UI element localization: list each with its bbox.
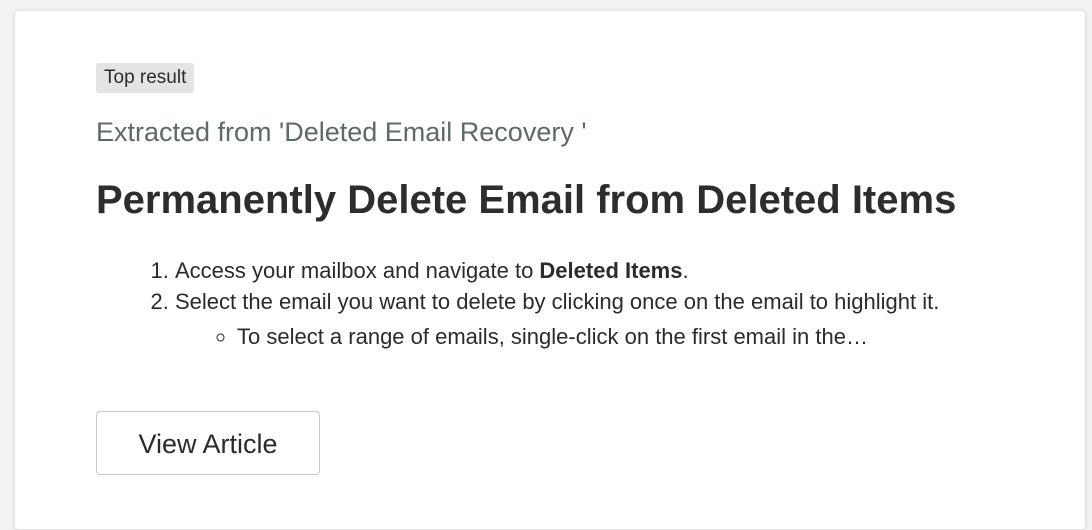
step-text: Access your mailbox and navigate to (175, 258, 540, 283)
step-item: Select the email you want to delete by c… (175, 286, 1009, 352)
view-article-button[interactable]: View Article (96, 411, 320, 475)
substep-item: To select a range of emails, single-clic… (237, 321, 1009, 352)
fade-overlay (149, 353, 1009, 393)
step-bold-text: Deleted Items (539, 258, 683, 283)
step-text: Select the email you want to delete by c… (175, 289, 940, 314)
steps-excerpt: Access your mailbox and navigate to Dele… (149, 255, 1009, 393)
step-item: Access your mailbox and navigate to Dele… (175, 255, 1009, 286)
step-text-end: . (682, 258, 689, 283)
result-title: Permanently Delete Email from Deleted It… (96, 178, 957, 222)
source-label: Extracted from 'Deleted Email Recovery ' (96, 117, 587, 147)
steps-list: Access your mailbox and navigate to Dele… (149, 255, 1009, 352)
substeps-list: To select a range of emails, single-clic… (175, 321, 1009, 352)
top-result-badge: Top result (96, 63, 195, 93)
result-card: Top result Extracted from 'Deleted Email… (14, 10, 1086, 530)
